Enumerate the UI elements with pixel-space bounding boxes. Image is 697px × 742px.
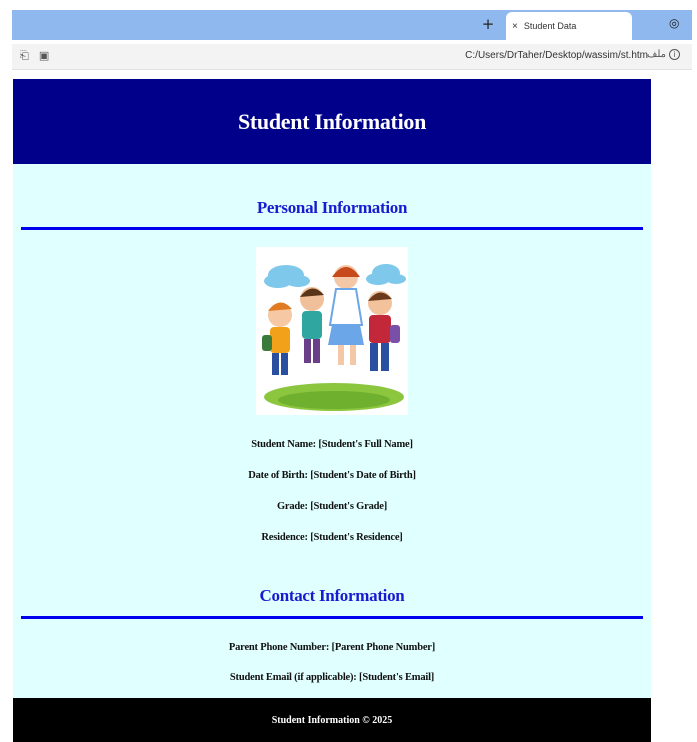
date-of-birth-line: Date of Birth: [Student's Date of Birth] — [248, 470, 416, 481]
contact-info-title: Contact Information — [259, 586, 405, 605]
parent-phone-line: Parent Phone Number: [Parent Phone Numbe… — [228, 642, 436, 653]
students-illustration — [256, 247, 408, 415]
reading-mode-icon[interactable]: ⎗ — [20, 49, 29, 63]
page-header: Student Information — [13, 79, 651, 164]
page-footer: Student Information © 2025 — [13, 698, 651, 742]
address-bar: ⎗ ▣ C:/Users/DrTaher/Desktop/wassim/st.h… — [12, 44, 692, 70]
student-name-line: Student Name: [Student's Full Name] — [251, 439, 413, 450]
tab-student-data[interactable]: × Student Data — [506, 12, 632, 40]
divider — [21, 616, 643, 619]
tab-title: Student Data — [523, 21, 577, 31]
close-tab-icon[interactable]: × — [512, 21, 518, 32]
footer-text: Student Information © 2025 — [271, 714, 393, 726]
student-email-line: Student Email (if applicable): [Student'… — [229, 672, 435, 683]
tab-bar: + × Student Data — [12, 10, 692, 40]
url-field[interactable]: C:/Users/DrTaher/Desktop/wassim/st.htm — [465, 50, 648, 61]
personal-info-list: Student Name: [Student's Full Name] Date… — [13, 429, 651, 553]
grade-line: Grade: [Student's Grade] — [276, 501, 388, 512]
site-info[interactable]: ملف i — [647, 49, 680, 60]
browser-menu-icon[interactable]: ◎ — [669, 16, 679, 30]
info-icon[interactable]: i — [669, 49, 680, 60]
contact-info-list: Parent Phone Number: [Parent Phone Numbe… — [13, 633, 651, 693]
personal-info-title: Personal Information — [256, 198, 408, 217]
file-label: ملف — [646, 49, 666, 60]
collections-icon[interactable]: ▣ — [39, 49, 49, 63]
new-tab-button[interactable]: + — [479, 15, 497, 33]
divider — [21, 227, 643, 230]
residence-line: Residence: [Student's Residence] — [261, 532, 403, 543]
page-title: Student Information — [237, 108, 427, 134]
page-content: Student Information Personal Information — [13, 79, 651, 742]
